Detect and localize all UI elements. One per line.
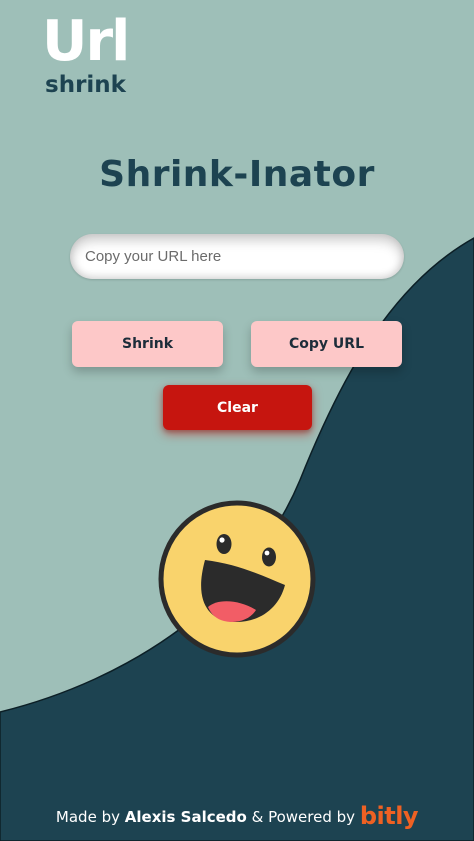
logo-subtitle: shrink <box>45 72 126 98</box>
footer-made-by: Made by <box>55 808 120 826</box>
laughing-smiley-icon <box>158 500 316 658</box>
footer-powered-by: & Powered by <box>251 808 356 826</box>
footer-credits: Made by Alexis Salcedo & Powered by bitl… <box>0 802 474 830</box>
copy-url-button[interactable]: Copy URL <box>251 321 402 367</box>
url-input[interactable] <box>70 234 404 279</box>
footer-author: Alexis Salcedo <box>124 808 247 826</box>
clear-button[interactable]: Clear <box>163 385 312 430</box>
page-title: Shrink-Inator <box>99 154 375 195</box>
app-logo[interactable]: Url shrink <box>42 9 130 98</box>
bitly-logo[interactable]: bitly <box>360 802 419 830</box>
shrink-button[interactable]: Shrink <box>72 321 223 367</box>
logo-title: Url <box>42 9 130 74</box>
